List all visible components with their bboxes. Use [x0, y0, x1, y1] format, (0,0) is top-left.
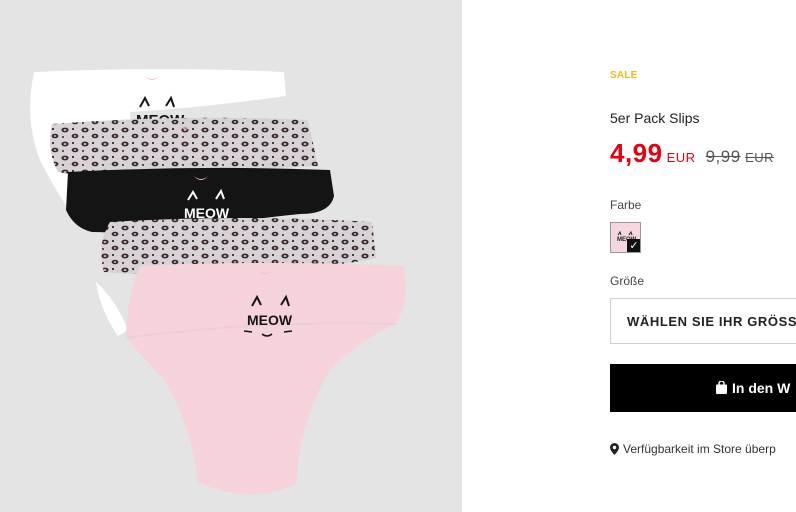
add-to-cart-button[interactable]: In den W [610, 364, 796, 412]
product-info: SALE 5er Pack Slips 4,99 EUR 9,99 EUR Farb… [610, 0, 796, 512]
current-price: 4,99 [610, 138, 663, 168]
old-price: 9,99 [705, 147, 741, 166]
map-pin-icon [610, 443, 619, 455]
sale-badge: SALE [610, 70, 638, 81]
store-availability-label: Verfügbarkeit im Store überp [623, 442, 776, 456]
shopping-bag-icon [716, 381, 727, 394]
color-swatch-selected[interactable]: MEOW ✓ [610, 222, 641, 253]
print-meow-pink: MEOW [247, 312, 293, 328]
product-image[interactable]: MEOW MEOW MEOW [0, 0, 462, 512]
price-block: 4,99 EUR 9,99 EUR [610, 138, 774, 169]
store-availability-link[interactable]: Verfügbarkeit im Store überp [610, 440, 776, 458]
size-select[interactable]: WÄHLEN SIE IHR GRÖSS [610, 298, 796, 344]
check-icon: ✓ [627, 239, 640, 252]
old-price-currency: EUR [745, 150, 775, 165]
size-select-placeholder: WÄHLEN SIE IHR GRÖSS [627, 314, 796, 329]
current-price-currency: EUR [666, 150, 696, 165]
product-photo: MEOW MEOW MEOW [30, 69, 406, 495]
size-label: Größe [610, 274, 645, 288]
product-title: 5er Pack Slips [610, 110, 700, 126]
add-to-cart-label: In den W [732, 380, 791, 396]
color-label: Farbe [610, 198, 642, 212]
